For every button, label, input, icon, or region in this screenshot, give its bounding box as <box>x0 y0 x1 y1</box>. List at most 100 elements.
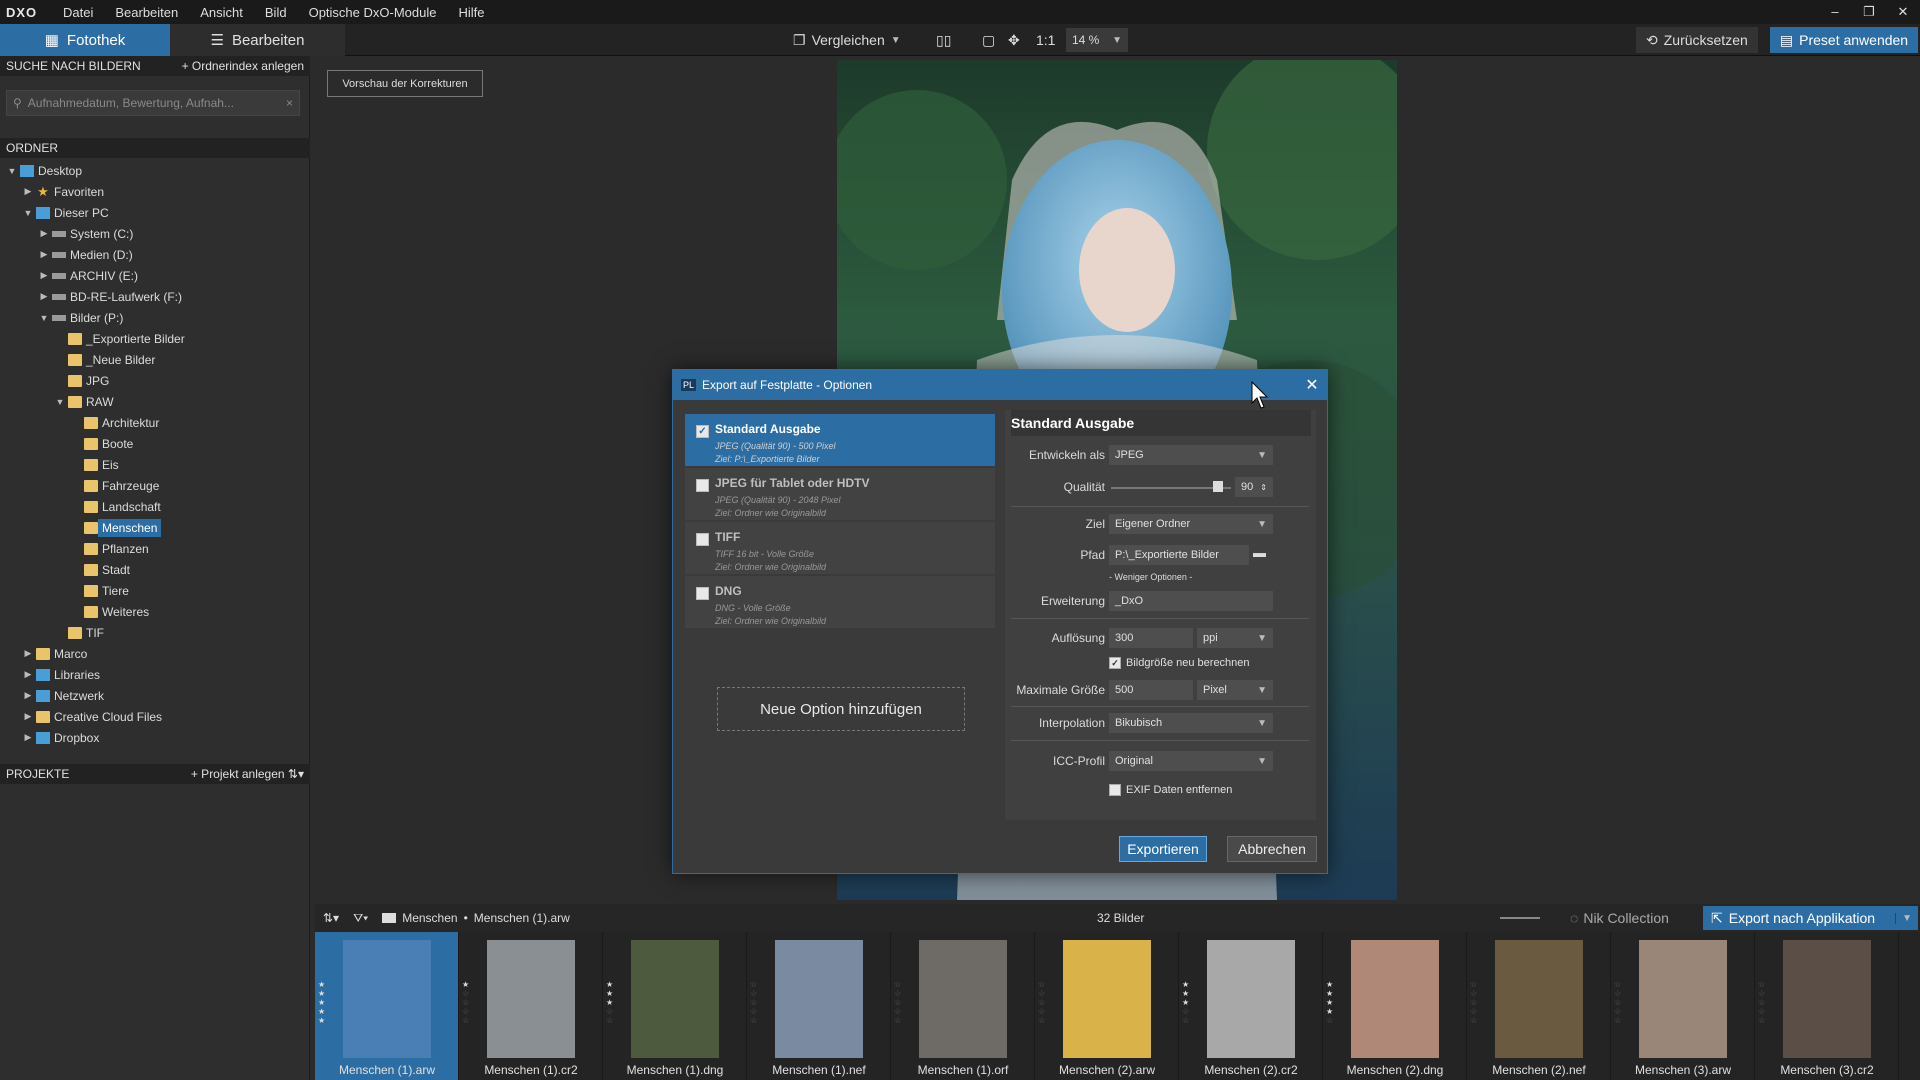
develop-as-select[interactable]: JPEG ▼ <box>1109 445 1273 465</box>
folder-tree-item[interactable]: ▶ ARCHIV (E:) <box>0 265 310 286</box>
filmstrip-thumbnail[interactable]: ☆ ☆ ☆ ☆ ☆ Menschen (3).cr2 <box>1755 932 1899 1080</box>
star-icon[interactable]: ☆ <box>1470 1016 1480 1025</box>
split-view-icon[interactable]: ▯▯ <box>936 27 951 53</box>
star-icon[interactable]: ☆ <box>1614 1007 1624 1016</box>
star-icon[interactable]: ★ <box>1182 989 1192 998</box>
star-icon[interactable]: ☆ <box>750 989 760 998</box>
star-icon[interactable]: ☆ <box>1470 989 1480 998</box>
remove-exif-checkbox[interactable]: EXIF Daten entfernen <box>1109 784 1232 796</box>
folder-tree-item[interactable]: Tiere <box>0 580 310 601</box>
star-icon[interactable]: ☆ <box>1758 998 1768 1007</box>
filmstrip-thumbnail[interactable]: ★ ★ ★ ☆ ☆ Menschen (2).cr2 <box>1179 932 1323 1080</box>
star-icon[interactable]: ☆ <box>1614 980 1624 989</box>
chevron-down-icon[interactable]: ▼ <box>891 35 901 46</box>
chevron-down-icon[interactable]: ▼ <box>1895 912 1918 924</box>
export-option-item[interactable]: TIFF TIFF 16 bit - Volle Größe Ziel: Ordne… <box>685 522 995 574</box>
star-rating[interactable]: ☆ ☆ ☆ ☆ ☆ <box>1038 980 1048 1025</box>
folder-tree-item[interactable]: TIF <box>0 622 310 643</box>
collapsed-arrow-icon[interactable]: ▶ <box>22 186 34 197</box>
breadcrumb-folder[interactable]: Menschen <box>402 911 457 925</box>
star-icon[interactable]: ☆ <box>1038 989 1048 998</box>
folder-tree-item[interactable]: Menschen <box>0 517 310 538</box>
quality-stepper[interactable]: 90 ⇕ <box>1235 477 1273 497</box>
star-icon[interactable]: ☆ <box>750 998 760 1007</box>
star-icon[interactable]: ☆ <box>1758 1016 1768 1025</box>
star-icon[interactable]: ☆ <box>894 1016 904 1025</box>
expanded-arrow-icon[interactable]: ▼ <box>22 208 34 218</box>
folder-tree-item[interactable]: ▶ Dropbox <box>0 727 310 748</box>
export-option-item[interactable]: JPEG für Tablet oder HDTV JPEG (Qualität … <box>685 468 995 520</box>
filmstrip-thumbnail[interactable]: ☆ ☆ ☆ ☆ ☆ Menschen (1).orf <box>891 932 1035 1080</box>
cancel-button[interactable]: Abbrechen <box>1227 836 1317 862</box>
filter-icon[interactable]: ⛛▾ <box>353 911 368 926</box>
filmstrip-thumbnail[interactable]: ☆ ☆ ☆ ☆ ☆ Menschen (2).nef <box>1467 932 1611 1080</box>
folder-tree-item[interactable]: Architektur <box>0 412 310 433</box>
search-input[interactable]: ⚲ Aufnahmedatum, Bewertung, Aufnah... × <box>6 90 300 116</box>
star-icon[interactable]: ★ <box>318 998 328 1007</box>
export-to-application-button[interactable]: ⇱ Export nach Applikation ▼ <box>1703 906 1918 930</box>
star-icon[interactable]: ☆ <box>1182 1007 1192 1016</box>
icc-profile-select[interactable]: Original ▼ <box>1109 751 1273 771</box>
resize-checkbox[interactable]: ✓ Bildgröße neu berechnen <box>1109 657 1250 669</box>
star-icon[interactable]: ★ <box>318 989 328 998</box>
minimize-icon[interactable]: – <box>1818 4 1852 20</box>
star-icon[interactable]: ★ <box>1326 998 1336 1007</box>
filmstrip-thumbnail[interactable]: ★ ★ ★ ★ ★ Menschen (1).arw <box>315 932 459 1080</box>
less-options-link[interactable]: - Weniger Optionen - <box>1109 572 1192 582</box>
collapsed-arrow-icon[interactable]: ▶ <box>38 291 50 302</box>
menu-hilfe[interactable]: Hilfe <box>447 5 495 20</box>
star-icon[interactable]: ☆ <box>1038 1007 1048 1016</box>
star-rating[interactable]: ☆ ☆ ☆ ☆ ☆ <box>1758 980 1768 1025</box>
reset-button[interactable]: ⟲ Zurücksetzen <box>1636 27 1758 53</box>
star-icon[interactable]: ☆ <box>1758 989 1768 998</box>
folder-tree-item[interactable]: _Neue Bilder <box>0 349 310 370</box>
menu-optische-module[interactable]: Optische DxO-Module <box>298 5 448 20</box>
collapsed-arrow-icon[interactable]: ▶ <box>22 711 34 722</box>
star-rating[interactable]: ☆ ☆ ☆ ☆ ☆ <box>1614 980 1624 1025</box>
star-icon[interactable]: ★ <box>1182 998 1192 1007</box>
restore-icon[interactable]: ❐ <box>1852 4 1886 20</box>
star-rating[interactable]: ★ ☆ ☆ ☆ ☆ <box>462 980 472 1025</box>
folder-browse-icon[interactable]: ▬ <box>1253 545 1266 560</box>
add-option-button[interactable]: Neue Option hinzufügen <box>717 687 965 731</box>
menu-bearbeiten[interactable]: Bearbeiten <box>104 5 189 20</box>
tab-fotothek[interactable]: ▦ Fotothek <box>0 24 170 56</box>
star-icon[interactable]: ☆ <box>750 1016 760 1025</box>
star-icon[interactable]: ☆ <box>1182 1016 1192 1025</box>
star-icon[interactable]: ☆ <box>1038 1016 1048 1025</box>
option-checkbox[interactable] <box>696 587 709 600</box>
folder-tree-item[interactable]: ▶ Marco <box>0 643 310 664</box>
option-checkbox[interactable] <box>696 479 709 492</box>
star-rating[interactable]: ★ ★ ★ ★ ★ <box>318 980 328 1025</box>
star-icon[interactable]: ☆ <box>462 989 472 998</box>
filmstrip-thumbnail[interactable]: ☆ ☆ ☆ ☆ ☆ Menschen (3).arw <box>1611 932 1755 1080</box>
max-size-unit-select[interactable]: Pixel ▼ <box>1197 680 1273 700</box>
folder-tree-item[interactable]: ▶ Libraries <box>0 664 310 685</box>
dialog-close-icon[interactable]: ✕ <box>1297 370 1327 400</box>
expanded-arrow-icon[interactable]: ▼ <box>38 313 50 323</box>
one-to-one-button[interactable]: 1:1 <box>1036 27 1055 53</box>
apply-preset-button[interactable]: ▤ Preset anwenden <box>1770 27 1918 53</box>
extension-field[interactable]: _DxO <box>1109 591 1273 611</box>
star-icon[interactable]: ☆ <box>750 980 760 989</box>
star-icon[interactable]: ★ <box>606 998 616 1007</box>
star-icon[interactable]: ☆ <box>462 1007 472 1016</box>
preview-corrections-button[interactable]: Vorschau der Korrekturen <box>327 70 483 97</box>
create-index-link[interactable]: + Ordnerindex anlegen <box>182 59 304 73</box>
folder-tree-item[interactable]: ▶ System (C:) <box>0 223 310 244</box>
star-icon[interactable]: ☆ <box>1038 980 1048 989</box>
collapsed-arrow-icon[interactable]: ▶ <box>22 690 34 701</box>
resolution-field[interactable]: 300 <box>1109 628 1193 648</box>
folder-tree-item[interactable]: JPG <box>0 370 310 391</box>
folder-tree-item[interactable]: Fahrzeuge <box>0 475 310 496</box>
collapsed-arrow-icon[interactable]: ▶ <box>22 732 34 743</box>
menu-ansicht[interactable]: Ansicht <box>189 5 254 20</box>
add-project-link[interactable]: + Projekt anlegen ⇅▾ <box>191 767 304 781</box>
folder-tree-item[interactable]: Boote <box>0 433 310 454</box>
filmstrip-thumbnail[interactable]: ★ ★ ★ ★ ☆ Menschen (2).dng <box>1323 932 1467 1080</box>
folder-tree-item[interactable]: Landschaft <box>0 496 310 517</box>
star-icon[interactable]: ☆ <box>894 1007 904 1016</box>
filmstrip-thumbnail[interactable]: ★ ☆ ☆ ☆ ☆ Menschen (1).cr2 <box>459 932 603 1080</box>
quality-slider-handle[interactable] <box>1213 481 1223 492</box>
star-icon[interactable]: ★ <box>1326 989 1336 998</box>
